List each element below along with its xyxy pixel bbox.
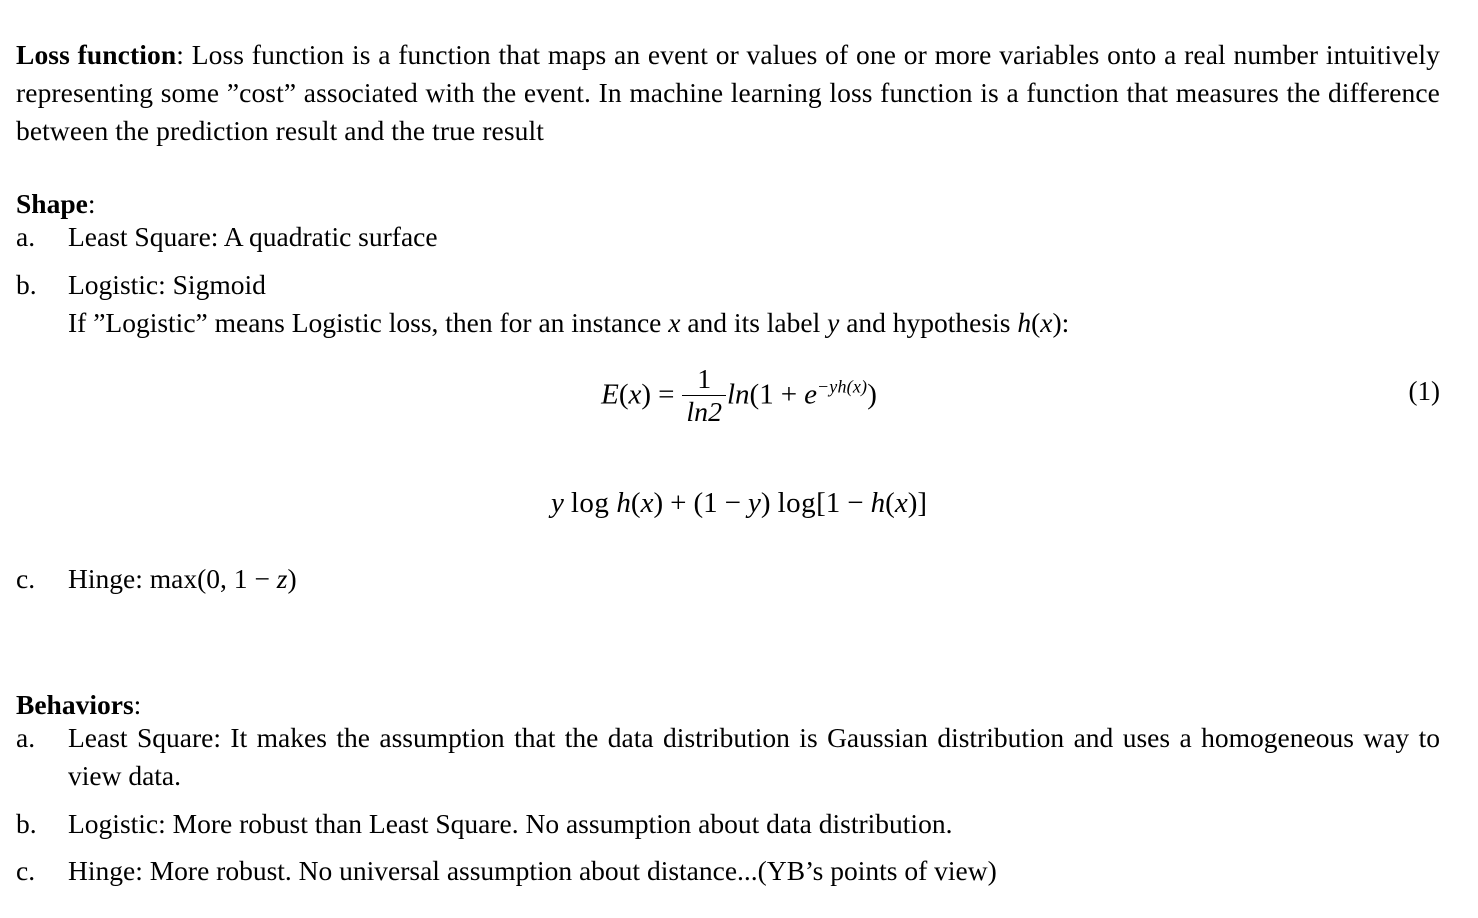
list-item-behaviors-a: a. Least Square: It makes the assumption… [16,719,1440,795]
list-item-text: Least Square: A quadratic surface [68,221,438,252]
list-marker: c. [16,855,36,886]
list-item-behaviors-c: c. Hinge: More robust. No universal assu… [16,852,1440,890]
subline-mid2: and hypothesis [839,307,1018,338]
equation-2-expression: y log h(x) + (1− y) log[1− h(x)] [550,487,928,519]
max-operator: max [149,563,198,594]
section-heading-shape: Shape: [16,185,95,223]
list-item-shape-a: a. Least Square: A quadratic surface [16,218,1440,256]
max-close: ) [287,563,297,594]
equation-2-block: y log h(x) + (1− y) log[1− h(x)] [0,487,1478,520]
intro-paragraph: Loss function: Loss function is a functi… [16,36,1440,150]
inline-math-y: y [827,307,840,338]
list-item-text: Hinge: More robust. No universal assumpt… [68,855,997,886]
list-item-shape-b: b. Logistic: Sigmoid If ”Logistic” means… [16,266,1440,342]
equation-1-number: (1) [1408,376,1440,406]
fraction-numerator: 1 [697,364,712,395]
inline-math-hx: h(x) [1017,307,1062,338]
list-marker: b. [16,808,37,839]
list-marker: c. [16,563,36,594]
list-marker: a. [16,221,36,252]
section-heading-shape-colon: : [87,187,96,219]
list-item-text: Logistic: More robust than Least Square.… [68,808,953,839]
inline-math-x: x [668,307,681,338]
intro-term: Loss function [16,38,177,70]
section-heading-behaviors-label: Behaviors [16,688,134,720]
list-marker: a. [16,722,36,753]
subline-pre: If ”Logistic” means Logistic loss, then … [68,307,669,338]
equation-1-fraction: 1 ln2 [682,364,726,428]
list-marker: b. [16,269,37,300]
list-item-text: Hinge: max(0, 1 − z) [68,560,1440,598]
intro-body: Loss function is a function that maps an… [16,38,1441,146]
fraction-denominator: ln2 [682,395,726,428]
section-heading-behaviors: Behaviors: [16,686,141,724]
list-item-text: Least Square: It makes the assumption th… [68,722,1440,791]
equation-1-block: E(x) = 1 ln2 ln(1 + e−yh(x)) (1) [0,364,1478,429]
equation-1-exponent: −yh(x) [816,376,868,397]
list-item-text: Logistic: Sigmoid [68,269,266,300]
section-heading-behaviors-colon: : [133,688,142,720]
list-item-shape-c: c. Hinge: max(0, 1 − z) [16,560,1440,598]
intro-colon: : [176,38,184,70]
equation-1-expression: E(x) = 1 ln2 ln(1 + e−yh(x)) [601,364,877,429]
equation-2-log1: log [570,487,610,519]
max-args: (0, 1 − [197,563,277,594]
section-heading-shape-label: Shape [16,187,88,219]
subline-mid1: and its label [680,307,828,338]
equation-2-log2: log [777,487,817,519]
shape-c-prefix: Hinge: [68,563,150,594]
list-item-subline: If ”Logistic” means Logistic loss, then … [68,304,1440,342]
equation-1-ln: ln [726,378,750,411]
list-item-behaviors-b: b. Logistic: More robust than Least Squa… [16,805,1440,843]
math-var-z: z [276,563,288,594]
subline-end: : [1061,307,1070,338]
shape-c-math: max(0, 1 − z) [150,563,297,594]
document-page: Loss function: Loss function is a functi… [0,0,1478,918]
